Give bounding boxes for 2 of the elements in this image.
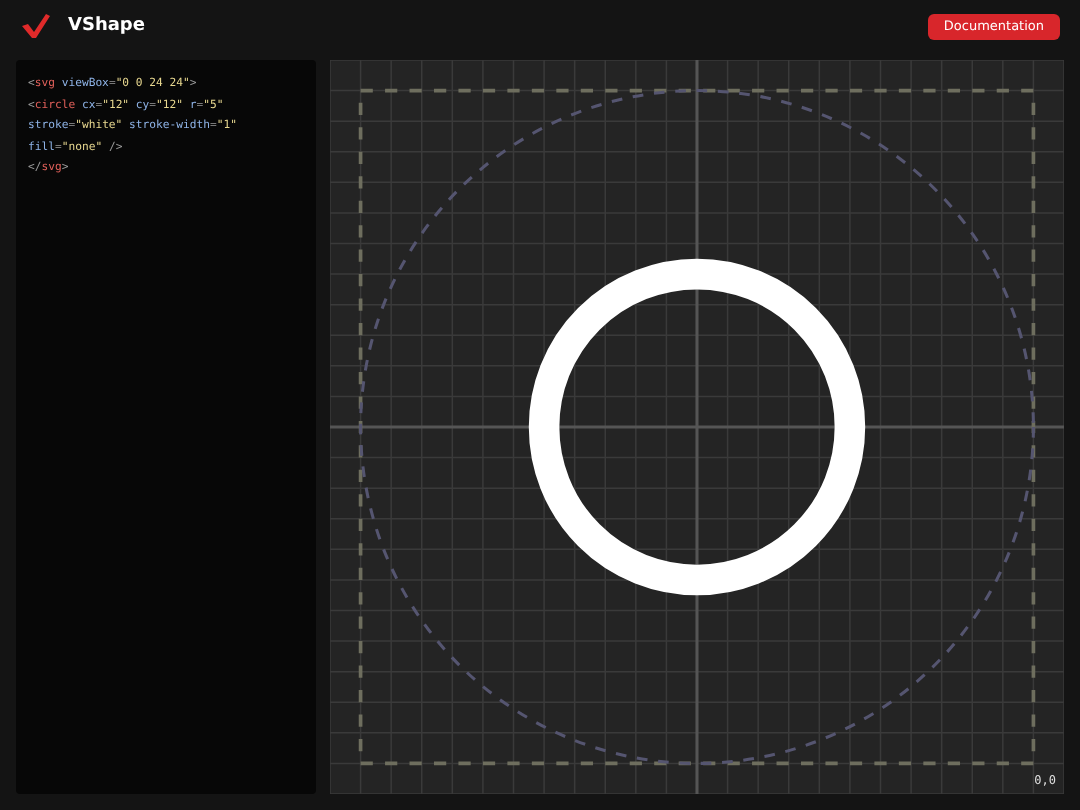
app-name: VShape [68, 16, 145, 36]
check-logo-icon [20, 12, 52, 40]
